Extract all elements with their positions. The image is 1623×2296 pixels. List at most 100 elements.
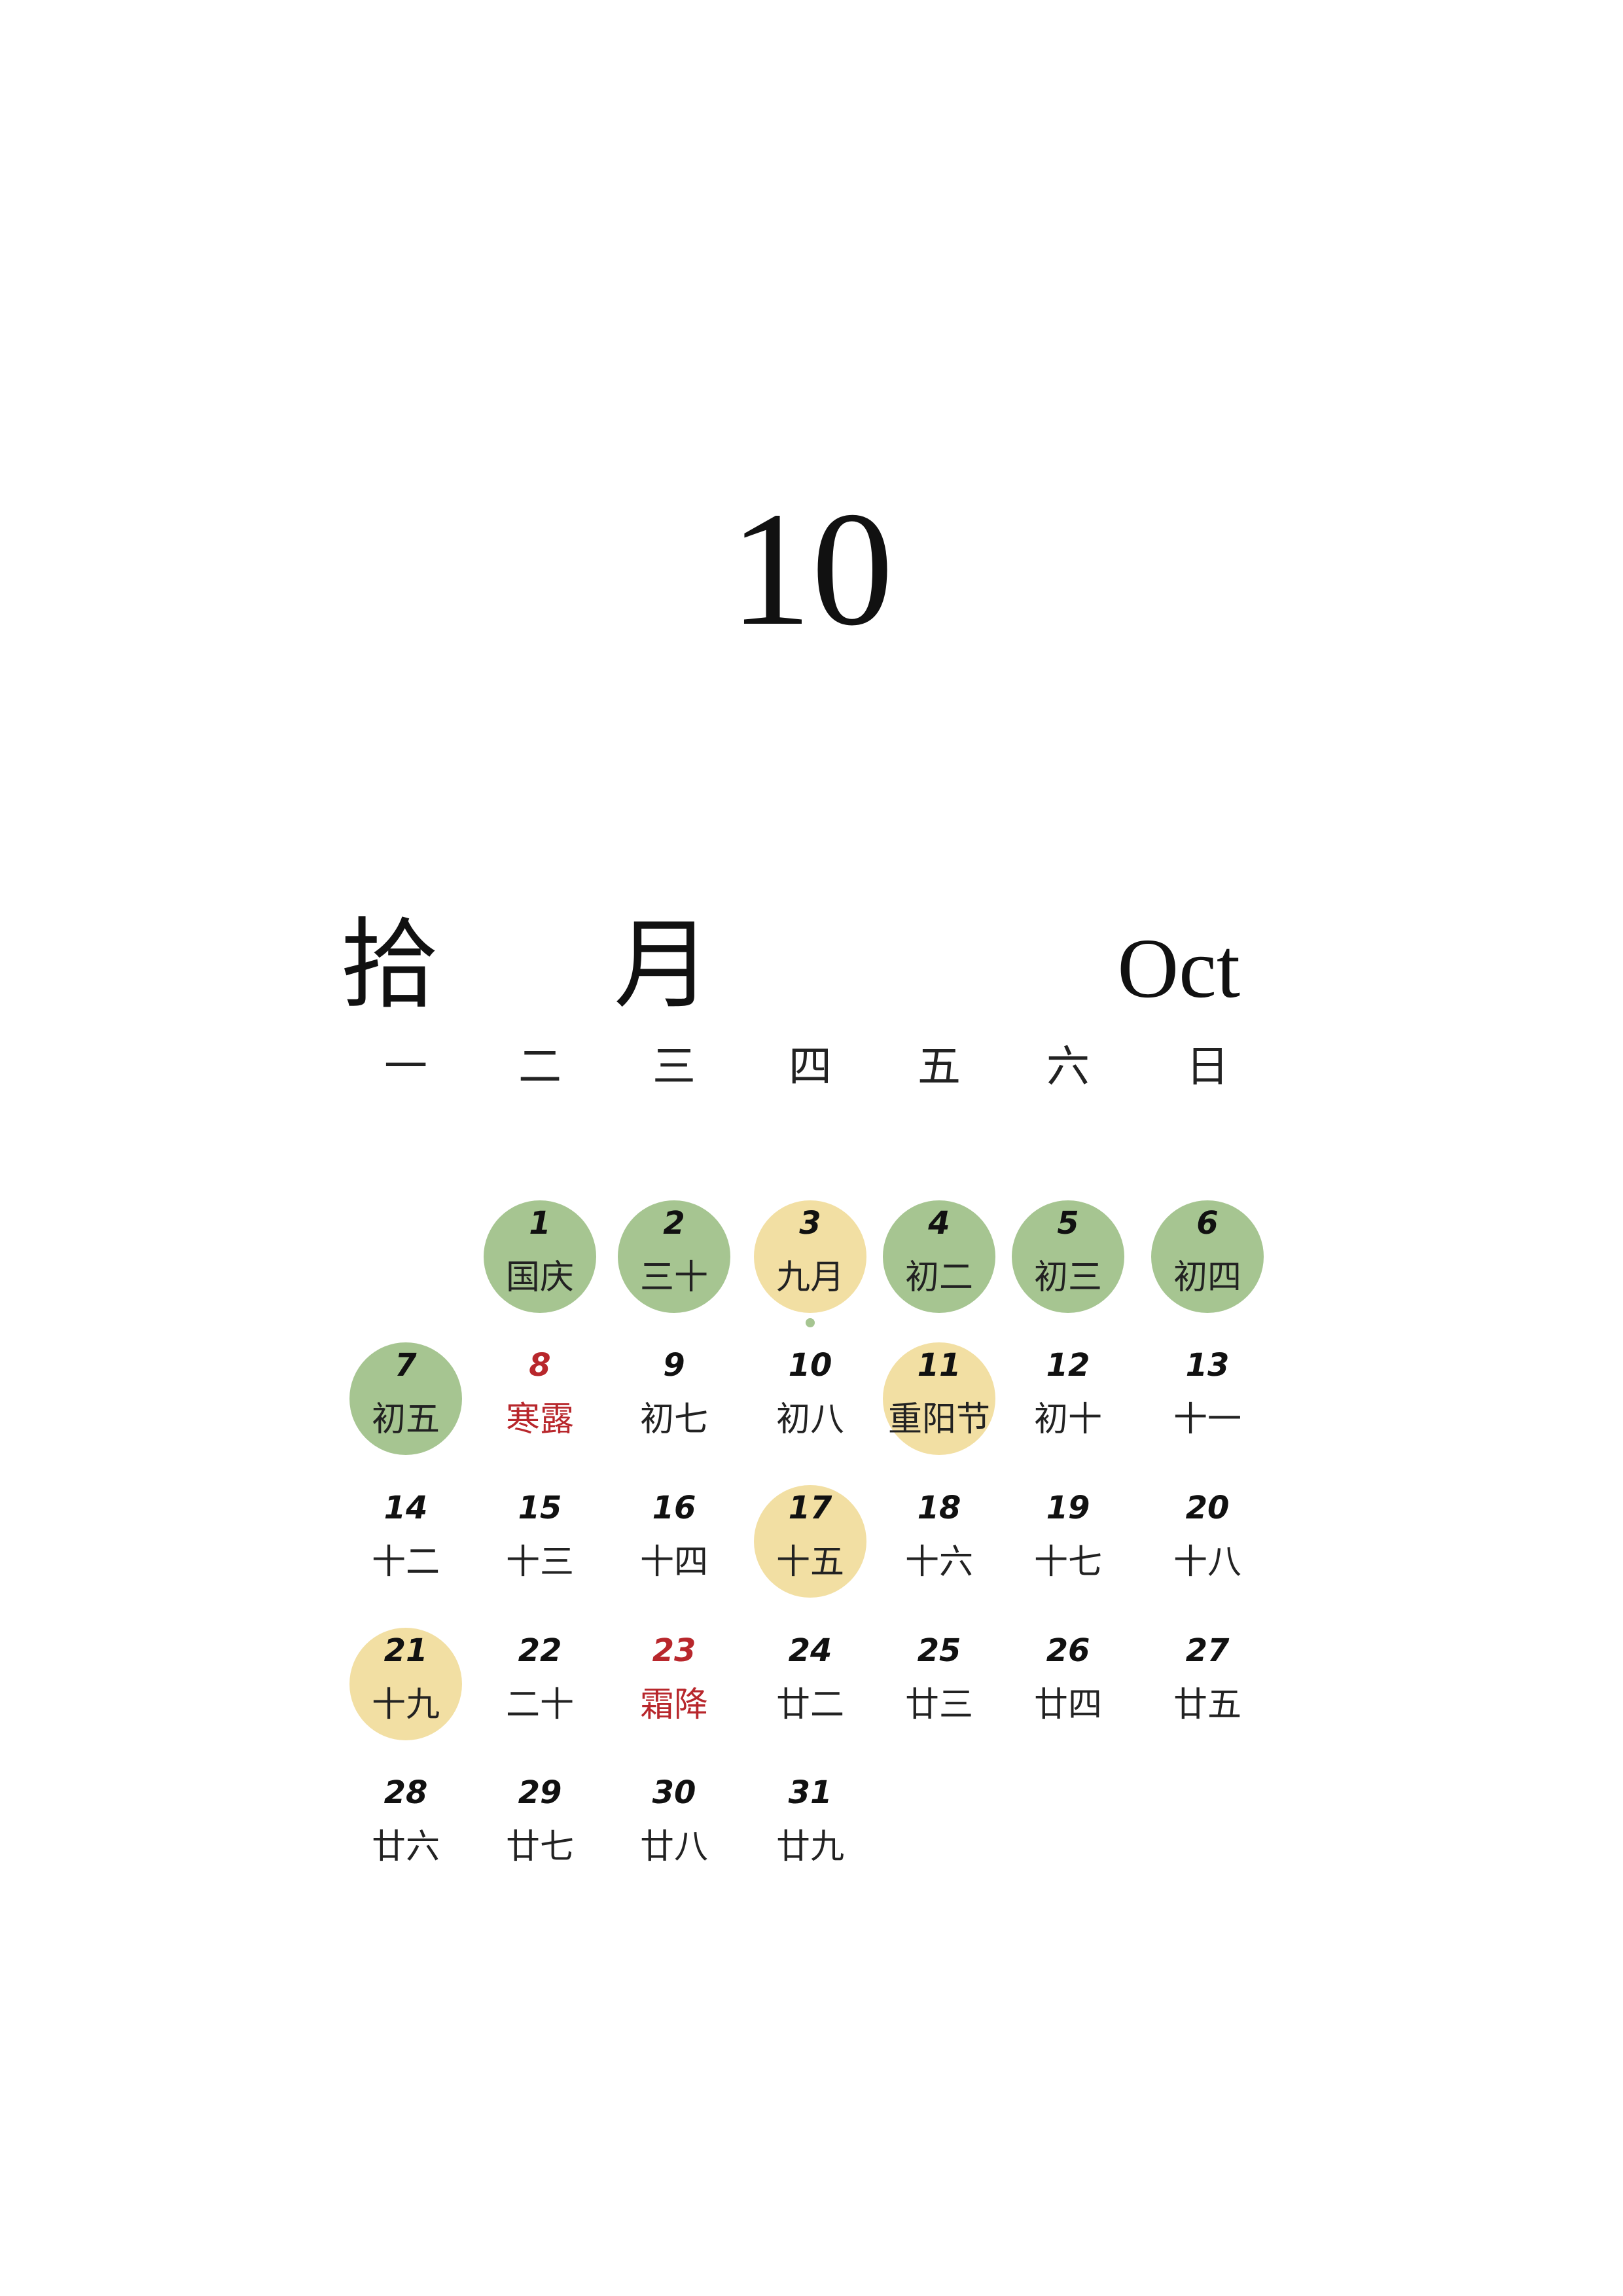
day-lunar-label: 十九 <box>371 1685 440 1725</box>
day-lunar-label: 十八 <box>1173 1543 1241 1582</box>
day-number: 30 <box>652 1774 696 1811</box>
day-number: 3 <box>799 1205 821 1242</box>
day-lunar-label: 二十 <box>505 1685 574 1725</box>
day-cell[interactable]: 5 初三 <box>1006 1194 1130 1319</box>
day-number: 14 <box>383 1490 428 1526</box>
page-number: 10 <box>730 478 893 660</box>
day-number: 23 <box>652 1632 696 1669</box>
day-cell[interactable]: 17 十五 <box>748 1479 872 1604</box>
day-cell[interactable]: 25 廿三 <box>877 1622 1001 1746</box>
day-number: 1 <box>529 1205 551 1242</box>
day-number: 24 <box>788 1632 832 1669</box>
day-lunar-label: 廿二 <box>776 1685 844 1725</box>
month-title-chinese: 拾 月 <box>340 908 784 1022</box>
day-number: 18 <box>917 1490 961 1526</box>
day-lunar-label: 九月 <box>776 1258 844 1297</box>
day-lunar-label: 廿三 <box>904 1685 973 1725</box>
day-lunar-label: 十一 <box>1173 1400 1241 1439</box>
day-lunar-label: 初七 <box>639 1400 708 1439</box>
day-number: 13 <box>1185 1347 1230 1384</box>
weekday-header: 日 <box>1186 1041 1229 1092</box>
day-cell[interactable]: 11 重阳节 <box>877 1336 1001 1461</box>
day-cell[interactable]: 2 三十 <box>612 1194 736 1319</box>
day-number: 9 <box>663 1347 685 1384</box>
day-lunar-label: 初十 <box>1033 1400 1102 1439</box>
day-cell[interactable]: 31 廿九 <box>748 1764 872 1888</box>
day-cell[interactable]: 7 初五 <box>344 1336 468 1461</box>
day-number: 5 <box>1057 1205 1079 1242</box>
day-cell[interactable]: 3 九月 <box>748 1194 872 1319</box>
day-cell[interactable]: 1 国庆 <box>478 1194 602 1319</box>
day-cell[interactable]: 18 十六 <box>877 1479 1001 1604</box>
decorative-dot <box>806 1318 815 1327</box>
day-cell[interactable]: 8 寒露 <box>478 1336 602 1461</box>
day-cell[interactable]: 16 十四 <box>612 1479 736 1604</box>
calendar-grid: 一 二 三 四 五 六 日 1 国庆 2 三十 3 九月 4 初二 5 初三 6 初四 7 初五 8 寒露 9 初七 10 初八 11… <box>340 1037 1302 1867</box>
day-cell[interactable]: 22 二十 <box>478 1622 602 1746</box>
day-lunar-label: 初五 <box>371 1400 440 1439</box>
day-number: 4 <box>928 1205 950 1242</box>
day-cell[interactable]: 26 廿四 <box>1006 1622 1130 1746</box>
day-lunar-label: 十四 <box>639 1543 708 1582</box>
day-cell[interactable]: 20 十八 <box>1145 1479 1270 1604</box>
day-number: 19 <box>1046 1490 1090 1526</box>
day-number: 7 <box>395 1347 417 1384</box>
day-lunar-label: 十二 <box>371 1543 440 1582</box>
day-number: 15 <box>518 1490 562 1526</box>
day-cell[interactable]: 10 初八 <box>748 1336 872 1461</box>
day-lunar-label: 廿六 <box>371 1827 440 1867</box>
day-cell[interactable]: 4 初二 <box>877 1194 1001 1319</box>
day-cell[interactable]: 24 廿二 <box>748 1622 872 1746</box>
day-number: 11 <box>917 1347 961 1384</box>
day-lunar-label: 廿九 <box>776 1827 844 1867</box>
day-number: 12 <box>1046 1347 1090 1384</box>
day-lunar-label: 初三 <box>1033 1258 1102 1297</box>
day-lunar-label: 三十 <box>639 1258 708 1297</box>
day-cell[interactable]: 23 霜降 <box>612 1622 736 1746</box>
day-number: 16 <box>652 1490 696 1526</box>
day-number: 26 <box>1046 1632 1090 1669</box>
day-number: 6 <box>1196 1205 1219 1242</box>
day-number: 8 <box>529 1347 551 1384</box>
day-number: 10 <box>788 1347 832 1384</box>
day-cell[interactable]: 14 十二 <box>344 1479 468 1604</box>
day-lunar-label: 初八 <box>776 1400 844 1439</box>
day-cell[interactable]: 28 廿六 <box>344 1764 468 1888</box>
month-title-english: Oct <box>1117 922 1240 1016</box>
day-lunar-label: 十五 <box>776 1543 844 1582</box>
weekday-header: 三 <box>652 1041 696 1092</box>
weekday-header: 四 <box>789 1041 832 1092</box>
day-cell[interactable]: 13 十一 <box>1145 1336 1270 1461</box>
day-lunar-label: 初四 <box>1173 1258 1241 1297</box>
day-cell[interactable]: 30 廿八 <box>612 1764 736 1888</box>
day-lunar-label: 廿四 <box>1033 1685 1102 1725</box>
weekday-header: 一 <box>384 1041 427 1092</box>
day-lunar-label: 国庆 <box>505 1258 574 1297</box>
day-cell[interactable]: 21 十九 <box>344 1622 468 1746</box>
day-lunar-label: 廿七 <box>505 1827 574 1867</box>
day-number: 31 <box>788 1774 832 1811</box>
day-number: 2 <box>663 1205 685 1242</box>
day-lunar-label: 十六 <box>904 1543 973 1582</box>
day-cell[interactable]: 12 初十 <box>1006 1336 1130 1461</box>
day-lunar-label: 初二 <box>904 1258 973 1297</box>
weekday-header: 五 <box>918 1041 961 1092</box>
day-lunar-label: 霜降 <box>639 1685 708 1725</box>
day-lunar-label: 十三 <box>505 1543 574 1582</box>
day-lunar-label: 寒露 <box>505 1400 574 1439</box>
day-cell[interactable]: 9 初七 <box>612 1336 736 1461</box>
day-number: 25 <box>917 1632 961 1669</box>
day-lunar-label: 廿五 <box>1173 1685 1241 1725</box>
day-number: 22 <box>518 1632 562 1669</box>
day-cell[interactable]: 6 初四 <box>1145 1194 1270 1319</box>
day-number: 27 <box>1185 1632 1230 1669</box>
day-lunar-label: 重阳节 <box>887 1400 990 1439</box>
day-lunar-label: 廿八 <box>639 1827 708 1867</box>
weekday-header: 六 <box>1046 1041 1090 1092</box>
day-number: 20 <box>1185 1490 1230 1526</box>
day-lunar-label: 十七 <box>1033 1543 1102 1582</box>
day-cell[interactable]: 19 十七 <box>1006 1479 1130 1604</box>
day-cell[interactable]: 29 廿七 <box>478 1764 602 1888</box>
day-cell[interactable]: 15 十三 <box>478 1479 602 1604</box>
day-cell[interactable]: 27 廿五 <box>1145 1622 1270 1746</box>
